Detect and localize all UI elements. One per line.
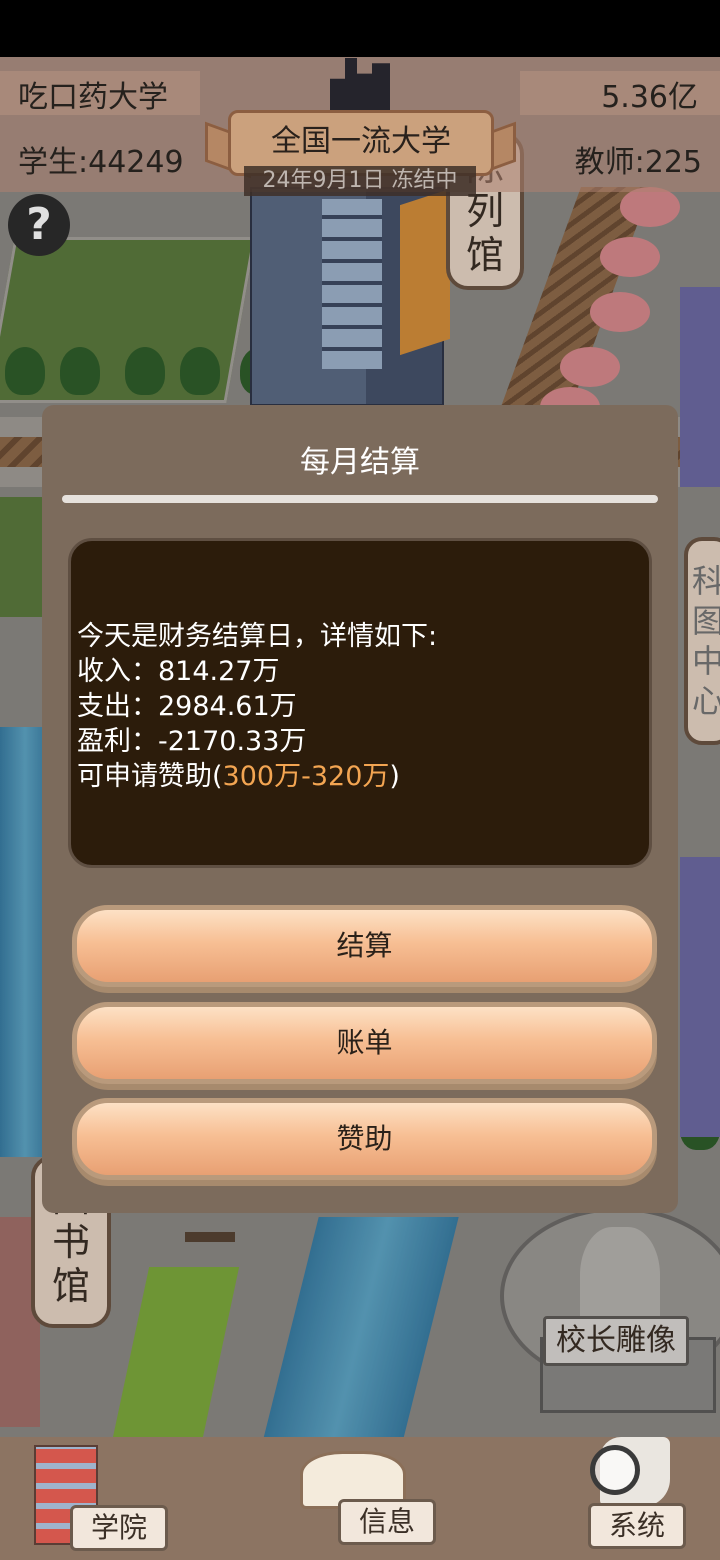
dialog-title: 每月结算	[300, 445, 420, 480]
settle-button[interactable]: 结算	[72, 905, 657, 987]
nav-college-label: 学院	[70, 1505, 168, 1551]
sponsor-suffix: )	[389, 761, 400, 792]
report-sponsor: 可申请赞助(300万-320万)	[77, 759, 649, 794]
magnifier-icon	[590, 1445, 640, 1495]
monthly-settlement-dialog: 每月结算 今天是财务结算日，详情如下: 收入：814.27万 支出：2984.6…	[42, 405, 678, 1213]
sponsor-min: 300万	[222, 761, 302, 792]
report-intro: 今天是财务结算日，详情如下:	[77, 621, 438, 652]
sponsor-prefix: 可申请赞助(	[77, 761, 223, 792]
report-profit: 盈利：-2170.33万	[77, 726, 307, 757]
divider	[62, 495, 658, 503]
nav-system-label: 系统	[588, 1503, 686, 1549]
report-expense: 支出：2984.61万	[77, 691, 297, 722]
sponsor-dash: -	[301, 761, 311, 792]
report-income: 收入：814.27万	[77, 656, 280, 687]
nav-info-label: 信息	[338, 1499, 436, 1545]
bill-button[interactable]: 账单	[72, 1002, 657, 1084]
sponsor-max: 320万	[310, 761, 390, 792]
bottom-nav: 学院 信息 系统	[0, 1437, 720, 1560]
status-bar	[0, 0, 720, 57]
settlement-report: 今天是财务结算日，详情如下: 收入：814.27万 支出：2984.61万 盈利…	[68, 538, 652, 868]
sponsor-button[interactable]: 赞助	[72, 1098, 657, 1180]
